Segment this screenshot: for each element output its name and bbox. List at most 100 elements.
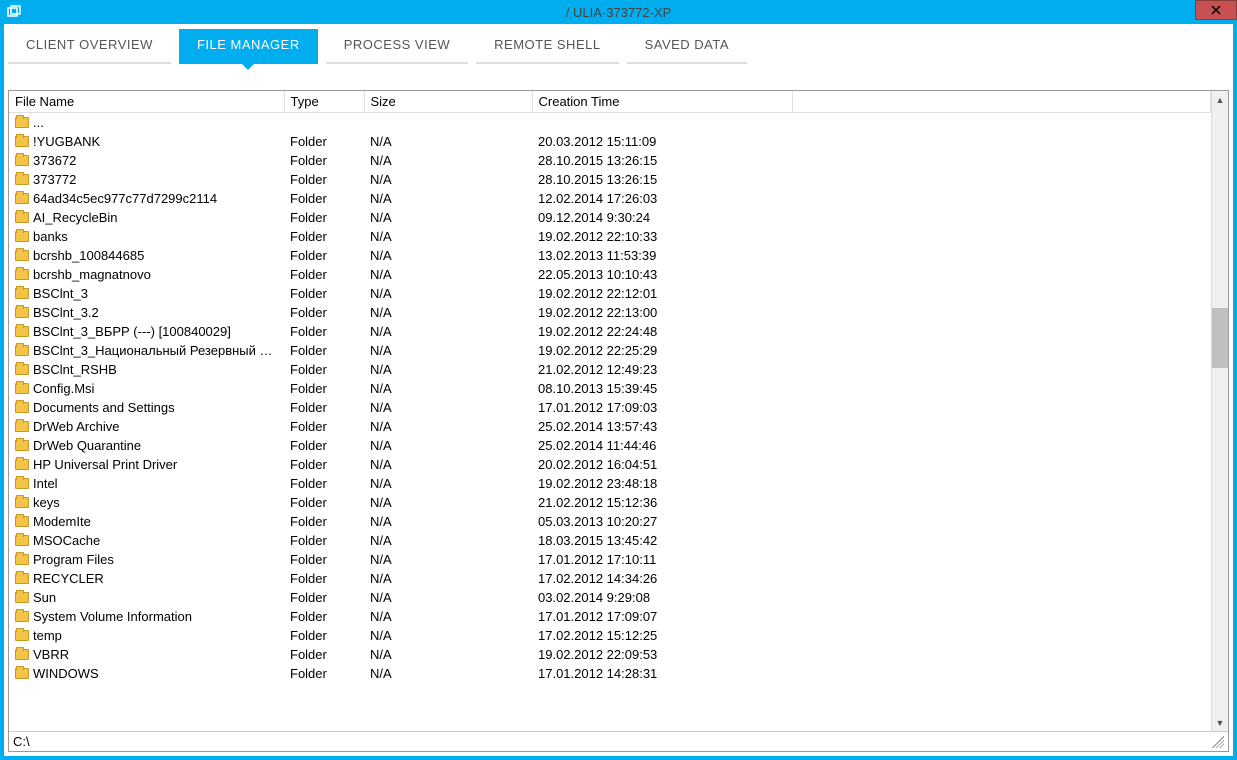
table-row[interactable]: banksFolderN/A19.02.2012 22:10:33 bbox=[9, 227, 1211, 246]
file-ctime-cell: 21.02.2012 12:49:23 bbox=[532, 360, 792, 379]
table-row[interactable]: bcrshb_100844685FolderN/A13.02.2013 11:5… bbox=[9, 246, 1211, 265]
resize-grip-icon[interactable] bbox=[1212, 736, 1224, 748]
scrollbar-thumb[interactable] bbox=[1212, 308, 1228, 368]
table-row[interactable]: ModemIteFolderN/A05.03.2013 10:20:27 bbox=[9, 512, 1211, 531]
file-name-cell[interactable]: ModemIte bbox=[9, 512, 284, 531]
file-name-cell[interactable]: BSClnt_3_ВБРР (---) [100840029] bbox=[9, 322, 284, 341]
column-header-ctime[interactable]: Creation Time bbox=[532, 91, 792, 113]
scroll-down-arrow-icon[interactable]: ▼ bbox=[1212, 714, 1228, 731]
file-name-text: Config.Msi bbox=[33, 381, 94, 396]
table-row[interactable]: WINDOWSFolderN/A17.01.2012 14:28:31 bbox=[9, 664, 1211, 683]
file-name-cell[interactable]: BSClnt_RSHB bbox=[9, 360, 284, 379]
folder-icon bbox=[15, 649, 29, 660]
table-row[interactable]: Documents and SettingsFolderN/A17.01.201… bbox=[9, 398, 1211, 417]
file-size-cell: N/A bbox=[364, 360, 532, 379]
table-row[interactable]: AI_RecycleBinFolderN/A09.12.2014 9:30:24 bbox=[9, 208, 1211, 227]
vertical-scrollbar[interactable]: ▲ ▼ bbox=[1211, 91, 1228, 731]
table-row[interactable]: HP Universal Print DriverFolderN/A20.02.… bbox=[9, 455, 1211, 474]
folder-icon bbox=[15, 535, 29, 546]
table-row[interactable]: BSClnt_3_ВБРР (---) [100840029]FolderN/A… bbox=[9, 322, 1211, 341]
table-row[interactable]: BSClnt_3FolderN/A19.02.2012 22:12:01 bbox=[9, 284, 1211, 303]
file-name-cell[interactable]: WINDOWS bbox=[9, 664, 284, 683]
table-row[interactable]: BSClnt_3.2FolderN/A19.02.2012 22:13:00 bbox=[9, 303, 1211, 322]
file-name-cell[interactable]: keys bbox=[9, 493, 284, 512]
folder-icon bbox=[15, 554, 29, 565]
table-row[interactable]: bcrshb_magnatnovoFolderN/A22.05.2013 10:… bbox=[9, 265, 1211, 284]
file-name-cell[interactable]: Program Files bbox=[9, 550, 284, 569]
file-name-cell[interactable]: 64ad34c5ec977c77d7299c2114 bbox=[9, 189, 284, 208]
file-size-cell: N/A bbox=[364, 436, 532, 455]
table-row[interactable]: 373672FolderN/A28.10.2015 13:26:15 bbox=[9, 151, 1211, 170]
file-name-cell[interactable]: !YUGBANK bbox=[9, 132, 284, 151]
scroll-up-arrow-icon[interactable]: ▲ bbox=[1212, 91, 1228, 108]
file-name-cell[interactable]: AI_RecycleBin bbox=[9, 208, 284, 227]
file-name-cell[interactable]: temp bbox=[9, 626, 284, 645]
spacer-cell bbox=[792, 246, 1211, 265]
file-name-cell[interactable]: bcrshb_100844685 bbox=[9, 246, 284, 265]
file-name-cell[interactable]: bcrshb_magnatnovo bbox=[9, 265, 284, 284]
tab-saved-data[interactable]: SAVED DATA bbox=[627, 29, 747, 64]
table-row[interactable]: BSClnt_RSHBFolderN/A21.02.2012 12:49:23 bbox=[9, 360, 1211, 379]
file-name-cell[interactable]: BSClnt_3_Национальный Резервный Банк... bbox=[9, 341, 284, 360]
file-manager-panel: File Name Type Size Creation Time ...!YU… bbox=[8, 90, 1229, 752]
current-path[interactable]: C:\ bbox=[13, 734, 30, 749]
table-row[interactable]: SunFolderN/A03.02.2014 9:29:08 bbox=[9, 588, 1211, 607]
file-ctime-cell: 17.01.2012 17:09:07 bbox=[532, 607, 792, 626]
file-name-cell[interactable]: banks bbox=[9, 227, 284, 246]
table-row[interactable]: RECYCLERFolderN/A17.02.2012 14:34:26 bbox=[9, 569, 1211, 588]
tab-process-view[interactable]: PROCESS VIEW bbox=[326, 29, 468, 64]
column-header-size[interactable]: Size bbox=[364, 91, 532, 113]
table-row[interactable]: IntelFolderN/A19.02.2012 23:48:18 bbox=[9, 474, 1211, 493]
table-row[interactable]: DrWeb QuarantineFolderN/A25.02.2014 11:4… bbox=[9, 436, 1211, 455]
file-name-cell[interactable]: MSOCache bbox=[9, 531, 284, 550]
file-name-cell[interactable]: Sun bbox=[9, 588, 284, 607]
tab-client-overview[interactable]: CLIENT OVERVIEW bbox=[8, 29, 171, 64]
table-row[interactable]: 64ad34c5ec977c77d7299c2114FolderN/A12.02… bbox=[9, 189, 1211, 208]
column-header-type[interactable]: Type bbox=[284, 91, 364, 113]
tab-remote-shell[interactable]: REMOTE SHELL bbox=[476, 29, 618, 64]
file-name-cell[interactable]: HP Universal Print Driver bbox=[9, 455, 284, 474]
file-table-scroll[interactable]: File Name Type Size Creation Time ...!YU… bbox=[9, 91, 1211, 731]
file-name-cell[interactable]: BSClnt_3 bbox=[9, 284, 284, 303]
table-row[interactable]: Program FilesFolderN/A17.01.2012 17:10:1… bbox=[9, 550, 1211, 569]
file-size-cell: N/A bbox=[364, 284, 532, 303]
file-name-cell[interactable]: DrWeb Archive bbox=[9, 417, 284, 436]
table-row[interactable]: keysFolderN/A21.02.2012 15:12:36 bbox=[9, 493, 1211, 512]
file-name-cell[interactable]: System Volume Information bbox=[9, 607, 284, 626]
table-row[interactable]: ... bbox=[9, 113, 1211, 133]
file-name-cell[interactable]: DrWeb Quarantine bbox=[9, 436, 284, 455]
table-row[interactable]: VBRRFolderN/A19.02.2012 22:09:53 bbox=[9, 645, 1211, 664]
file-size-cell: N/A bbox=[364, 341, 532, 360]
table-row[interactable]: tempFolderN/A17.02.2012 15:12:25 bbox=[9, 626, 1211, 645]
file-type-cell: Folder bbox=[284, 303, 364, 322]
column-header-name[interactable]: File Name bbox=[9, 91, 284, 113]
table-row[interactable]: !YUGBANKFolderN/A20.03.2012 15:11:09 bbox=[9, 132, 1211, 151]
tab-bar: CLIENT OVERVIEWFILE MANAGERPROCESS VIEWR… bbox=[4, 24, 1233, 64]
table-row[interactable]: System Volume InformationFolderN/A17.01.… bbox=[9, 607, 1211, 626]
table-row[interactable]: BSClnt_3_Национальный Резервный Банк...F… bbox=[9, 341, 1211, 360]
tab-file-manager[interactable]: FILE MANAGER bbox=[179, 29, 318, 64]
table-row[interactable]: Config.MsiFolderN/A08.10.2013 15:39:45 bbox=[9, 379, 1211, 398]
file-name-cell[interactable]: BSClnt_3.2 bbox=[9, 303, 284, 322]
file-name-cell[interactable]: 373672 bbox=[9, 151, 284, 170]
file-name-text: System Volume Information bbox=[33, 609, 192, 624]
file-size-cell: N/A bbox=[364, 588, 532, 607]
file-type-cell: Folder bbox=[284, 322, 364, 341]
file-name-cell[interactable]: 373772 bbox=[9, 170, 284, 189]
file-name-text: keys bbox=[33, 495, 60, 510]
file-ctime-cell: 03.02.2014 9:29:08 bbox=[532, 588, 792, 607]
table-row[interactable]: 373772FolderN/A28.10.2015 13:26:15 bbox=[9, 170, 1211, 189]
file-name-cell[interactable]: ... bbox=[9, 113, 284, 133]
file-name-cell[interactable]: Intel bbox=[9, 474, 284, 493]
file-name-text: BSClnt_3.2 bbox=[33, 305, 99, 320]
file-size-cell: N/A bbox=[364, 170, 532, 189]
file-size-cell: N/A bbox=[364, 246, 532, 265]
table-row[interactable]: DrWeb ArchiveFolderN/A25.02.2014 13:57:4… bbox=[9, 417, 1211, 436]
file-name-cell[interactable]: Config.Msi bbox=[9, 379, 284, 398]
file-name-cell[interactable]: VBRR bbox=[9, 645, 284, 664]
close-button[interactable] bbox=[1195, 0, 1237, 20]
file-size-cell: N/A bbox=[364, 645, 532, 664]
file-name-cell[interactable]: RECYCLER bbox=[9, 569, 284, 588]
file-name-cell[interactable]: Documents and Settings bbox=[9, 398, 284, 417]
table-row[interactable]: MSOCacheFolderN/A18.03.2015 13:45:42 bbox=[9, 531, 1211, 550]
